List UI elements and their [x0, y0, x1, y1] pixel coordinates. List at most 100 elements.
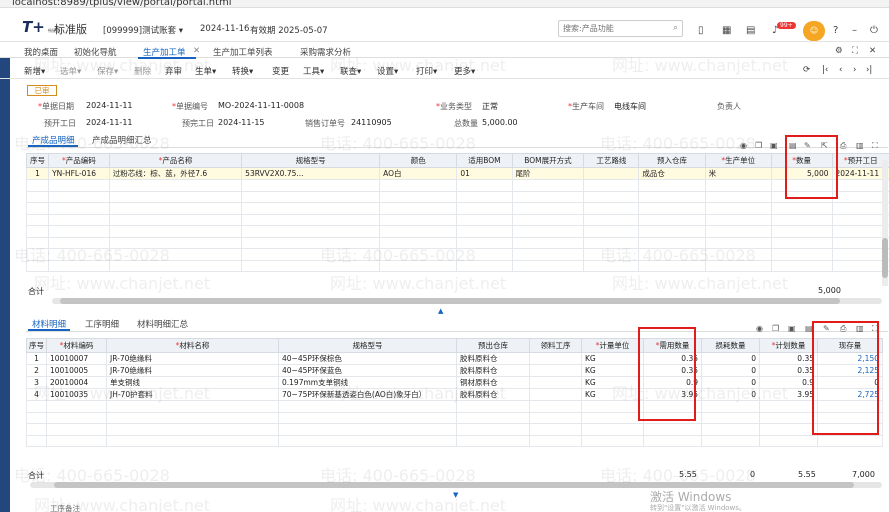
cell[interactable]: KG	[581, 376, 644, 389]
cell[interactable]: 0.9	[759, 376, 818, 389]
table-row[interactable]	[26, 434, 883, 447]
gear-icon[interactable]: ⚙	[835, 46, 843, 56]
col-header[interactable]: *计划数量	[759, 338, 818, 353]
expand-icon[interactable]: ⛶	[852, 46, 858, 56]
calendar-icon[interactable]: ▤	[746, 25, 755, 36]
col-header[interactable]: 序号	[25, 153, 50, 168]
col-header[interactable]: 规格型号	[241, 153, 381, 168]
cell[interactable]: 3	[26, 376, 47, 389]
tab-material-summary[interactable]: 材料明细汇总	[137, 318, 188, 330]
col-header[interactable]: *计量单位	[581, 338, 644, 353]
cell[interactable]: 0	[701, 364, 760, 377]
cell[interactable]: 胶料原料仓	[456, 388, 530, 401]
change-button[interactable]: 变更	[272, 65, 289, 77]
col-header[interactable]: 工艺路线	[583, 153, 640, 168]
tab-process-detail[interactable]: 工序明细	[85, 318, 119, 330]
calculator-icon[interactable]: ▦	[722, 25, 731, 36]
cell[interactable]: 3.95	[759, 388, 818, 401]
biz-type-value[interactable]: 正常	[482, 101, 498, 112]
cell[interactable]: KG	[581, 388, 644, 401]
cell[interactable]: JR-70绝缘料	[106, 352, 279, 365]
tools-button[interactable]: 工具▾	[303, 65, 324, 77]
cell[interactable]: 米	[704, 167, 772, 180]
cell[interactable]: 0	[701, 352, 760, 365]
search-icon[interactable]: ⌕	[673, 23, 678, 33]
cell[interactable]: 0	[701, 388, 760, 401]
col-header[interactable]: 领料工序	[529, 338, 582, 353]
avatar[interactable]: ☺	[803, 21, 825, 41]
print-icon[interactable]: ⎙	[840, 141, 846, 151]
table-row[interactable]: 1 YN-HFL-016 过粉芯线：棕、蓝，外径7.6 53RVV2X0.75.…	[25, 167, 889, 180]
collapse-handle[interactable]: ▲	[438, 307, 443, 315]
cell[interactable]	[529, 364, 582, 377]
cell[interactable]: 10010035	[46, 388, 107, 401]
fullscreen-icon[interactable]: ⛶	[872, 141, 878, 151]
col-header[interactable]: *材料编码	[46, 338, 107, 353]
cell[interactable]	[529, 376, 582, 389]
search-box[interactable]: ⌕	[558, 20, 683, 37]
close-icon[interactable]: ✕	[869, 46, 876, 56]
table-row[interactable]	[25, 202, 889, 215]
cell[interactable]: 40~45P环保蓝色	[278, 364, 457, 377]
cell[interactable]: KG	[581, 364, 644, 377]
col-header[interactable]: *产品编码	[48, 153, 110, 168]
location-icon[interactable]: ◉	[756, 324, 763, 333]
new-button[interactable]: 新增▾	[24, 65, 45, 77]
cell[interactable]: 胶料原料仓	[456, 364, 530, 377]
col-header[interactable]: BOM展开方式	[511, 153, 585, 168]
cell[interactable]: 10010005	[46, 364, 107, 377]
vertical-scrollbar[interactable]	[882, 160, 888, 286]
collapse-handle[interactable]: ▼	[453, 491, 458, 499]
first-page-icon[interactable]: |‹	[822, 65, 828, 75]
workshop-value[interactable]: 电线车间	[614, 101, 646, 112]
power-icon[interactable]: ⏻	[870, 25, 878, 36]
cell[interactable]: 铜材原料仓	[456, 376, 530, 389]
help-icon[interactable]: ?	[833, 25, 838, 36]
col-header[interactable]: 预出仓库	[456, 338, 530, 353]
col-header[interactable]: 适用BOM	[456, 153, 513, 168]
cell[interactable]: 0.35	[759, 352, 818, 365]
doc-date-value[interactable]: 2024-11-11	[86, 101, 133, 110]
cell[interactable]: YN-HFL-016	[48, 167, 110, 180]
cell[interactable]: 尾阶	[511, 167, 585, 180]
doc-number-value[interactable]: MO-2024-11-11-0008	[218, 101, 304, 110]
col-header[interactable]: 颜色	[379, 153, 458, 168]
last-page-icon[interactable]: ›|	[866, 65, 872, 75]
cell[interactable]: 胶料原料仓	[456, 352, 530, 365]
cell[interactable]: 1	[25, 167, 50, 180]
cell[interactable]: 2	[26, 364, 47, 377]
plan-end-value[interactable]: 2024-11-15	[218, 118, 265, 127]
col-header[interactable]: 损耗数量	[701, 338, 760, 353]
save-button[interactable]: 保存▾	[97, 65, 118, 77]
cell[interactable]: 0.197mm支单铜线	[278, 376, 457, 389]
table-row[interactable]: 4 10010035 JH-70护套料 70~75P环保新基透姿白色(AO白)象…	[26, 388, 883, 401]
close-icon[interactable]: ✕	[193, 46, 200, 56]
sales-order-value[interactable]: 24110905	[351, 118, 392, 127]
horizontal-scrollbar[interactable]	[30, 482, 882, 488]
col-header[interactable]: *预开工日	[831, 153, 889, 168]
tab-init-nav[interactable]: 初始化导航	[74, 46, 117, 58]
more-button[interactable]: 更多▾	[454, 65, 475, 77]
cell[interactable]: 53RVV2X0.75...	[241, 167, 381, 180]
copy-icon[interactable]: ❐	[755, 141, 762, 150]
prev-page-icon[interactable]: ‹	[839, 65, 842, 75]
table-row[interactable]	[25, 248, 889, 261]
cell[interactable]: 70~75P环保新基透姿白色(AO白)象牙白）	[278, 388, 457, 401]
paste-icon[interactable]: ▣	[770, 141, 778, 150]
cell[interactable]: 1	[26, 352, 47, 365]
delete-button[interactable]: 删除	[134, 65, 151, 77]
cell[interactable]: 过粉芯线：棕、蓝，外径7.6	[108, 167, 243, 180]
table-row[interactable]	[25, 236, 889, 249]
account-selector[interactable]: [099999]测试账套 ▾	[103, 24, 183, 36]
minimize-icon[interactable]: –	[852, 25, 857, 36]
table-row[interactable]	[25, 225, 889, 238]
cell[interactable]: 20010004	[46, 376, 107, 389]
col-header[interactable]: 规格型号	[278, 338, 457, 353]
table-row[interactable]	[26, 423, 883, 436]
col-header[interactable]: 序号	[26, 338, 47, 353]
cell[interactable]	[529, 388, 582, 401]
table-row[interactable]	[25, 213, 889, 226]
cell[interactable]: AO白	[379, 167, 458, 180]
browser-url-bar[interactable]: localhost:8989/tplus/view/portal/portal.…	[0, 0, 889, 8]
cell[interactable]: JH-70护套料	[106, 388, 279, 401]
